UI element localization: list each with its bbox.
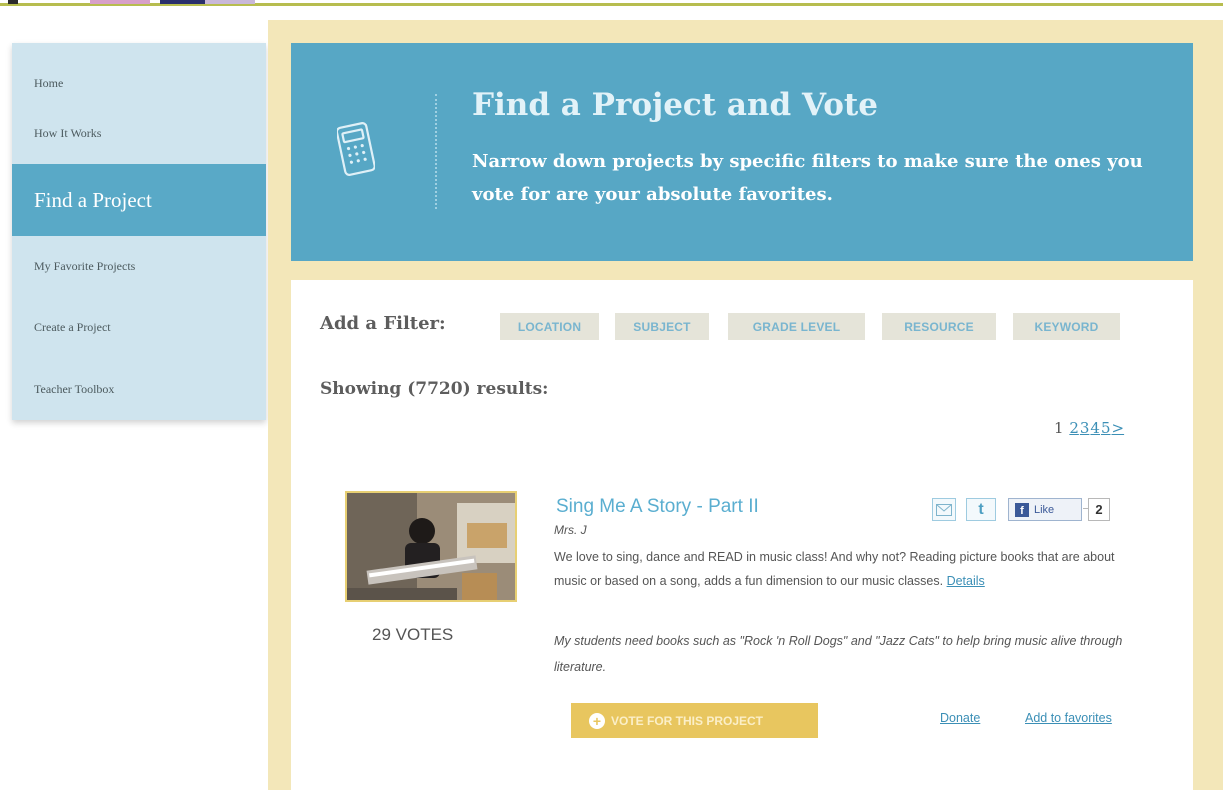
share-twitter-button[interactable]: t xyxy=(966,498,996,521)
top-strip xyxy=(0,0,1223,6)
sidebar-item-label: Create a Project xyxy=(34,319,111,334)
calculator-icon xyxy=(337,122,375,176)
facebook-like-button[interactable]: f Like xyxy=(1008,498,1082,521)
vote-for-project-button[interactable]: + VOTE FOR THIS PROJECT xyxy=(571,703,818,738)
project-description-text: We love to sing, dance and READ in music… xyxy=(554,550,1115,588)
sidebar-item-label: Teacher Toolbox xyxy=(34,381,115,396)
like-label: Like xyxy=(1034,503,1055,516)
sidebar-item-label: Find a Project xyxy=(34,187,152,212)
sidebar-nav: Home How It Works Find a Project My Favo… xyxy=(12,43,266,420)
sidebar-item-how-it-works[interactable]: How It Works xyxy=(12,103,266,163)
page-subtitle: Narrow down projects by specific filters… xyxy=(472,151,1143,205)
sidebar-item-my-favorite-projects[interactable]: My Favorite Projects xyxy=(12,236,266,296)
share-email-button[interactable] xyxy=(932,498,956,521)
twitter-icon: t xyxy=(978,500,984,518)
header-logo-remnant xyxy=(0,0,260,5)
filter-resource-button[interactable]: RESOURCE xyxy=(882,313,996,340)
sidebar-item-label: How It Works xyxy=(34,125,102,140)
project-details-link[interactable]: Details xyxy=(947,574,985,588)
like-count: 2 xyxy=(1088,498,1110,521)
project-need: My students need books such as "Rock 'n … xyxy=(554,634,1123,674)
vote-count: 29 VOTES xyxy=(372,625,454,644)
filter-keyword-button[interactable]: KEYWORD xyxy=(1013,313,1120,340)
project-author: Mrs. J xyxy=(554,523,587,537)
add-to-favorites-link[interactable]: Add to favorites xyxy=(1025,711,1112,725)
donate-link[interactable]: Donate xyxy=(940,711,980,725)
sidebar-item-label: Home xyxy=(34,75,64,90)
filter-label: Add a Filter: xyxy=(320,313,446,334)
pagination-page-4[interactable]: 4 xyxy=(1090,419,1100,437)
project-photo xyxy=(347,493,515,600)
pagination: 1 2345> xyxy=(1054,419,1125,437)
sidebar-item-find-a-project[interactable]: Find a Project xyxy=(12,164,266,236)
pagination-current: 1 xyxy=(1054,419,1064,437)
page-title: Find a Project and Vote xyxy=(472,87,878,123)
plus-circle-icon: + xyxy=(589,712,605,729)
vote-button-label: VOTE FOR THIS PROJECT xyxy=(611,713,764,728)
sidebar-item-teacher-toolbox[interactable]: Teacher Toolbox xyxy=(12,359,266,419)
pagination-next[interactable]: > xyxy=(1112,419,1125,437)
project-thumbnail[interactable] xyxy=(345,491,517,602)
pagination-page-3[interactable]: 3 xyxy=(1080,419,1090,437)
pagination-page-5[interactable]: 5 xyxy=(1101,419,1111,437)
filter-location-button[interactable]: LOCATION xyxy=(500,313,599,340)
filter-subject-button[interactable]: SUBJECT xyxy=(615,313,709,340)
email-icon xyxy=(936,503,952,516)
pagination-page-2[interactable]: 2 xyxy=(1069,419,1079,437)
project-title-link[interactable]: Sing Me A Story - Part II xyxy=(556,496,759,518)
project-description: We love to sing, dance and READ in music… xyxy=(554,545,1139,593)
sidebar-item-create-a-project[interactable]: Create a Project xyxy=(12,297,266,357)
results-count: Showing (7720) results: xyxy=(320,379,549,399)
facebook-icon: f xyxy=(1015,502,1029,517)
filter-grade-level-button[interactable]: GRADE LEVEL xyxy=(728,313,865,340)
sidebar-item-label: My Favorite Projects xyxy=(34,258,136,273)
banner-divider xyxy=(435,94,437,209)
